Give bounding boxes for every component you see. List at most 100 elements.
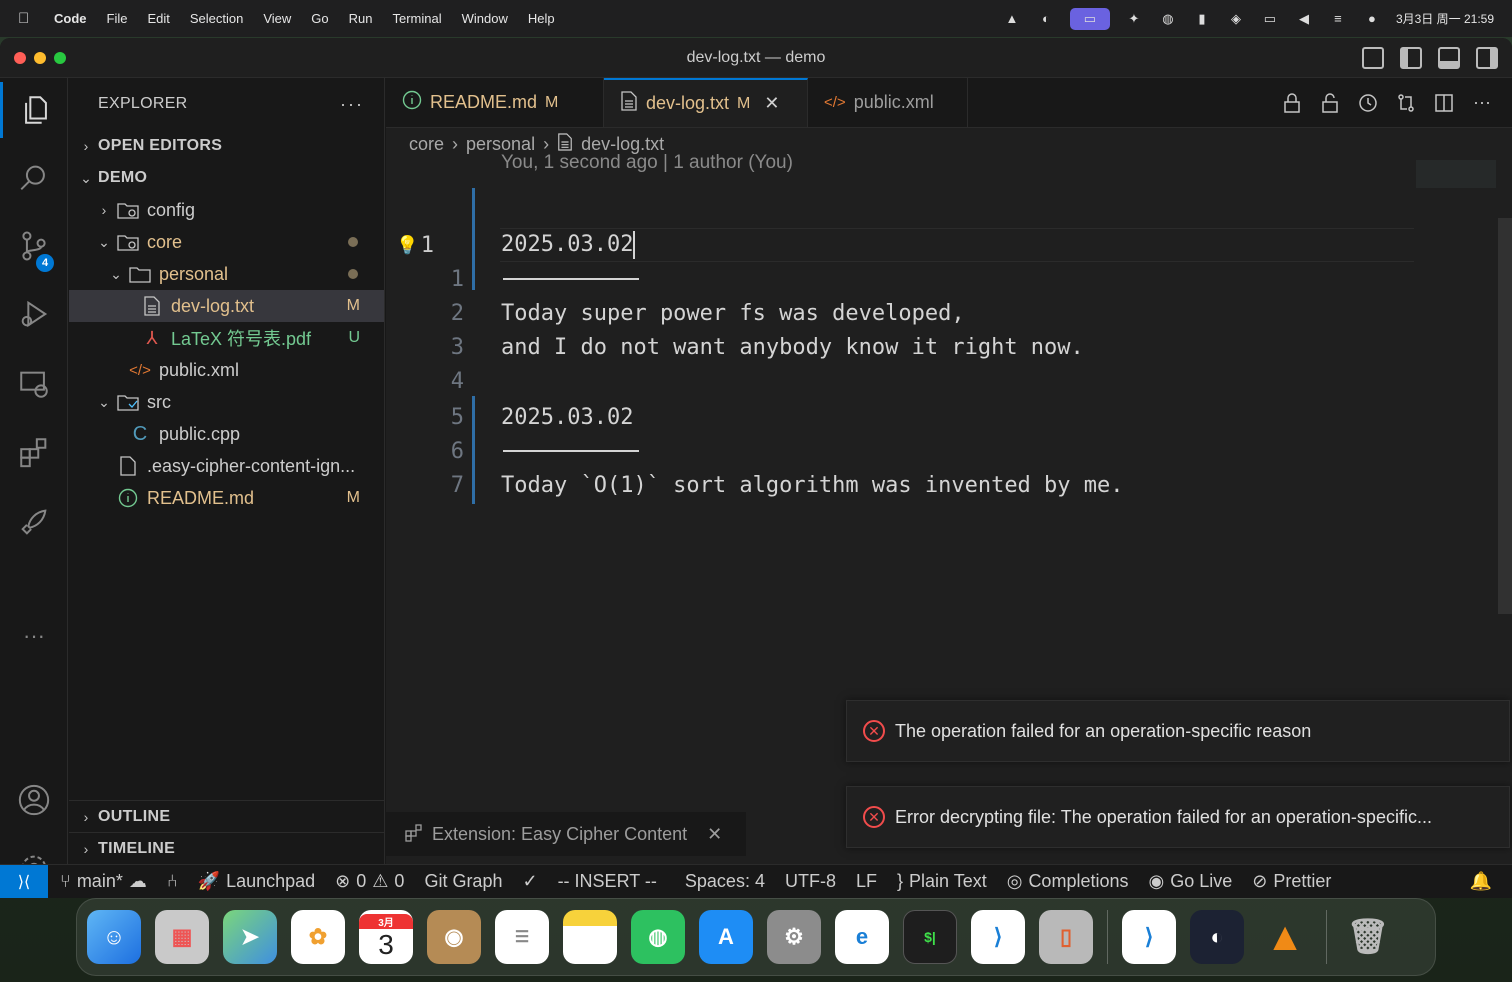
tree-item-readme[interactable]: README.md M — [69, 482, 384, 514]
close-panel-tab-icon[interactable]: ✕ — [707, 824, 722, 845]
vscode-icon[interactable]: ⟩ — [1122, 910, 1176, 964]
app-store-icon[interactable]: A — [699, 910, 753, 964]
history-icon[interactable] — [1358, 93, 1378, 113]
customize-layout-icon[interactable] — [1362, 47, 1384, 69]
tree-item-personal[interactable]: ⌄ personal — [69, 258, 384, 290]
lock-icon[interactable] — [1282, 92, 1302, 113]
status-language[interactable]: } Plain Text — [897, 871, 987, 892]
split-editor-icon[interactable] — [1434, 93, 1454, 113]
error-notification[interactable]: ✕ The operation failed for an operation-… — [846, 700, 1510, 762]
wechat-icon[interactable]: ◍ — [631, 910, 685, 964]
minimap[interactable] — [1416, 160, 1496, 188]
close-window-button[interactable] — [14, 52, 26, 64]
remote-indicator-icon[interactable]: ⟩⟨ — [0, 864, 48, 898]
close-tab-icon[interactable]: ✕ — [764, 93, 779, 114]
menu-file[interactable]: File — [107, 11, 128, 26]
tree-item-public-cpp[interactable]: C public.cpp — [69, 418, 384, 450]
menu-go[interactable]: Go — [311, 11, 328, 26]
terminal-icon[interactable]: $| — [903, 910, 957, 964]
status-eol[interactable]: LF — [856, 871, 877, 892]
status-git-graph[interactable]: Git Graph — [424, 871, 502, 892]
photos-icon[interactable]: ✿ — [291, 910, 345, 964]
screen-share-tray-icon[interactable]: ▭ — [1069, 7, 1110, 30]
more-actions-icon[interactable]: ··· — [1472, 92, 1492, 113]
lightbulb-icon[interactable]: 💡 — [396, 235, 418, 256]
edge-icon[interactable]: e — [835, 910, 889, 964]
notifications-bell-icon[interactable]: 🔔 — [1470, 871, 1492, 892]
search-icon[interactable] — [0, 150, 68, 206]
bookmark-tray-icon[interactable]: ▮ — [1192, 11, 1212, 27]
status-completions[interactable]: ◎ Completions — [1007, 871, 1129, 892]
iphone-mirroring-icon[interactable]: ▯ — [1039, 910, 1093, 964]
demo-folder-section[interactable]: ⌄ DEMO — [69, 162, 384, 194]
tree-item-public-xml[interactable]: </> public.xml — [69, 354, 384, 386]
error-notification[interactable]: ✕ Error decrypting file: The operation f… — [846, 786, 1510, 848]
open-editors-section[interactable]: › OPEN EDITORS — [69, 130, 384, 162]
more-views-icon[interactable]: ··· — [0, 608, 68, 664]
status-launchpad[interactable]: 🚀 Launchpad — [198, 871, 316, 892]
explorer-icon[interactable] — [0, 82, 68, 138]
status-prettier[interactable]: ⊘ Prettier — [1252, 871, 1331, 892]
tree-item-ignore-file[interactable]: .easy-cipher-content-ign... — [69, 450, 384, 482]
tree-item-src[interactable]: ⌄ src — [69, 386, 384, 418]
tree-item-dev-log[interactable]: dev-log.txt M — [69, 290, 384, 322]
apple-icon[interactable]:  — [18, 10, 38, 27]
sync-tray-icon[interactable]: ◐ — [1036, 11, 1056, 27]
menu-clock[interactable]: 3月3日 周一 21:59 — [1396, 10, 1494, 27]
toggle-sidebar-icon[interactable] — [1400, 47, 1422, 69]
contacts-icon[interactable]: ◉ — [427, 910, 481, 964]
battery-tray-icon[interactable]: ▭ — [1260, 11, 1280, 27]
run-debug-icon[interactable] — [0, 286, 68, 342]
compare-changes-icon[interactable] — [1396, 93, 1416, 113]
menu-app-name[interactable]: Code — [54, 11, 87, 26]
launchpad-icon[interactable]: ▦ — [155, 910, 209, 964]
menu-help[interactable]: Help — [528, 11, 555, 26]
menu-run[interactable]: Run — [349, 11, 373, 26]
status-problems[interactable]: ⊗ 0 ⚠ 0 — [335, 871, 404, 892]
tree-item-config[interactable]: › config — [69, 194, 384, 226]
timeline-section[interactable]: › TIMELINE — [69, 833, 385, 865]
shield-tray-icon[interactable]: ◈ — [1226, 11, 1246, 27]
editor-scrollbar[interactable] — [1498, 218, 1512, 614]
toggle-secondary-sidebar-icon[interactable] — [1476, 47, 1498, 69]
calendar-icon[interactable]: 3月 3 — [359, 910, 413, 964]
extensions-icon[interactable] — [0, 424, 68, 480]
tab-dev-log[interactable]: dev-log.txt M ✕ — [604, 78, 808, 127]
volume-tray-icon[interactable]: ◀ — [1294, 11, 1314, 27]
breadcrumb-core[interactable]: core — [409, 134, 444, 155]
unlock-icon[interactable] — [1320, 92, 1340, 113]
menu-view[interactable]: View — [263, 11, 291, 26]
siri-icon[interactable]: ● — [1362, 11, 1382, 27]
wechat-tray-icon[interactable]: ◍ — [1158, 11, 1178, 27]
tree-item-latex-pdf[interactable]: ⅄ LaTeX 符号表.pdf U — [69, 322, 384, 354]
remote-explorer-icon[interactable] — [0, 356, 68, 412]
tab-readme[interactable]: README.md M — [386, 78, 604, 127]
system-settings-icon[interactable]: ⚙ — [767, 910, 821, 964]
menu-selection[interactable]: Selection — [190, 11, 243, 26]
menu-terminal[interactable]: Terminal — [393, 11, 442, 26]
status-indentation[interactable]: Spaces: 4 — [685, 871, 765, 892]
maximize-window-button[interactable] — [54, 52, 66, 64]
notes-icon[interactable] — [563, 910, 617, 964]
explorer-more-button[interactable]: ··· — [340, 94, 364, 115]
menu-edit[interactable]: Edit — [147, 11, 169, 26]
trash-icon[interactable]: 🗑 — [1341, 910, 1395, 964]
tree-item-core[interactable]: ⌄ core — [69, 226, 384, 258]
reminders-icon[interactable]: ☰ — [495, 910, 549, 964]
minimize-window-button[interactable] — [34, 52, 46, 64]
bug-tray-icon[interactable]: ✦ — [1124, 11, 1144, 27]
accounts-icon[interactable] — [0, 772, 68, 828]
vlc-icon[interactable]: ▲ — [1258, 910, 1312, 964]
menu-window[interactable]: Window — [462, 11, 508, 26]
finder-icon[interactable]: ☺ — [87, 910, 141, 964]
status-encoding[interactable]: UTF-8 — [785, 871, 836, 892]
source-control-icon[interactable]: 4 — [0, 218, 68, 274]
maps-icon[interactable]: ➤ — [223, 910, 277, 964]
status-branch[interactable]: ⑂ main* ☁ — [60, 871, 147, 892]
output-panel-tab[interactable]: Extension: Easy Cipher Content ✕ — [386, 812, 746, 856]
vscode-icon[interactable]: ⟩ — [971, 910, 1025, 964]
control-center-icon[interactable]: ≡ — [1328, 11, 1348, 27]
outline-section[interactable]: › OUTLINE — [69, 801, 385, 833]
obs-icon[interactable]: ◐ — [1190, 910, 1244, 964]
toggle-panel-icon[interactable] — [1438, 47, 1460, 69]
